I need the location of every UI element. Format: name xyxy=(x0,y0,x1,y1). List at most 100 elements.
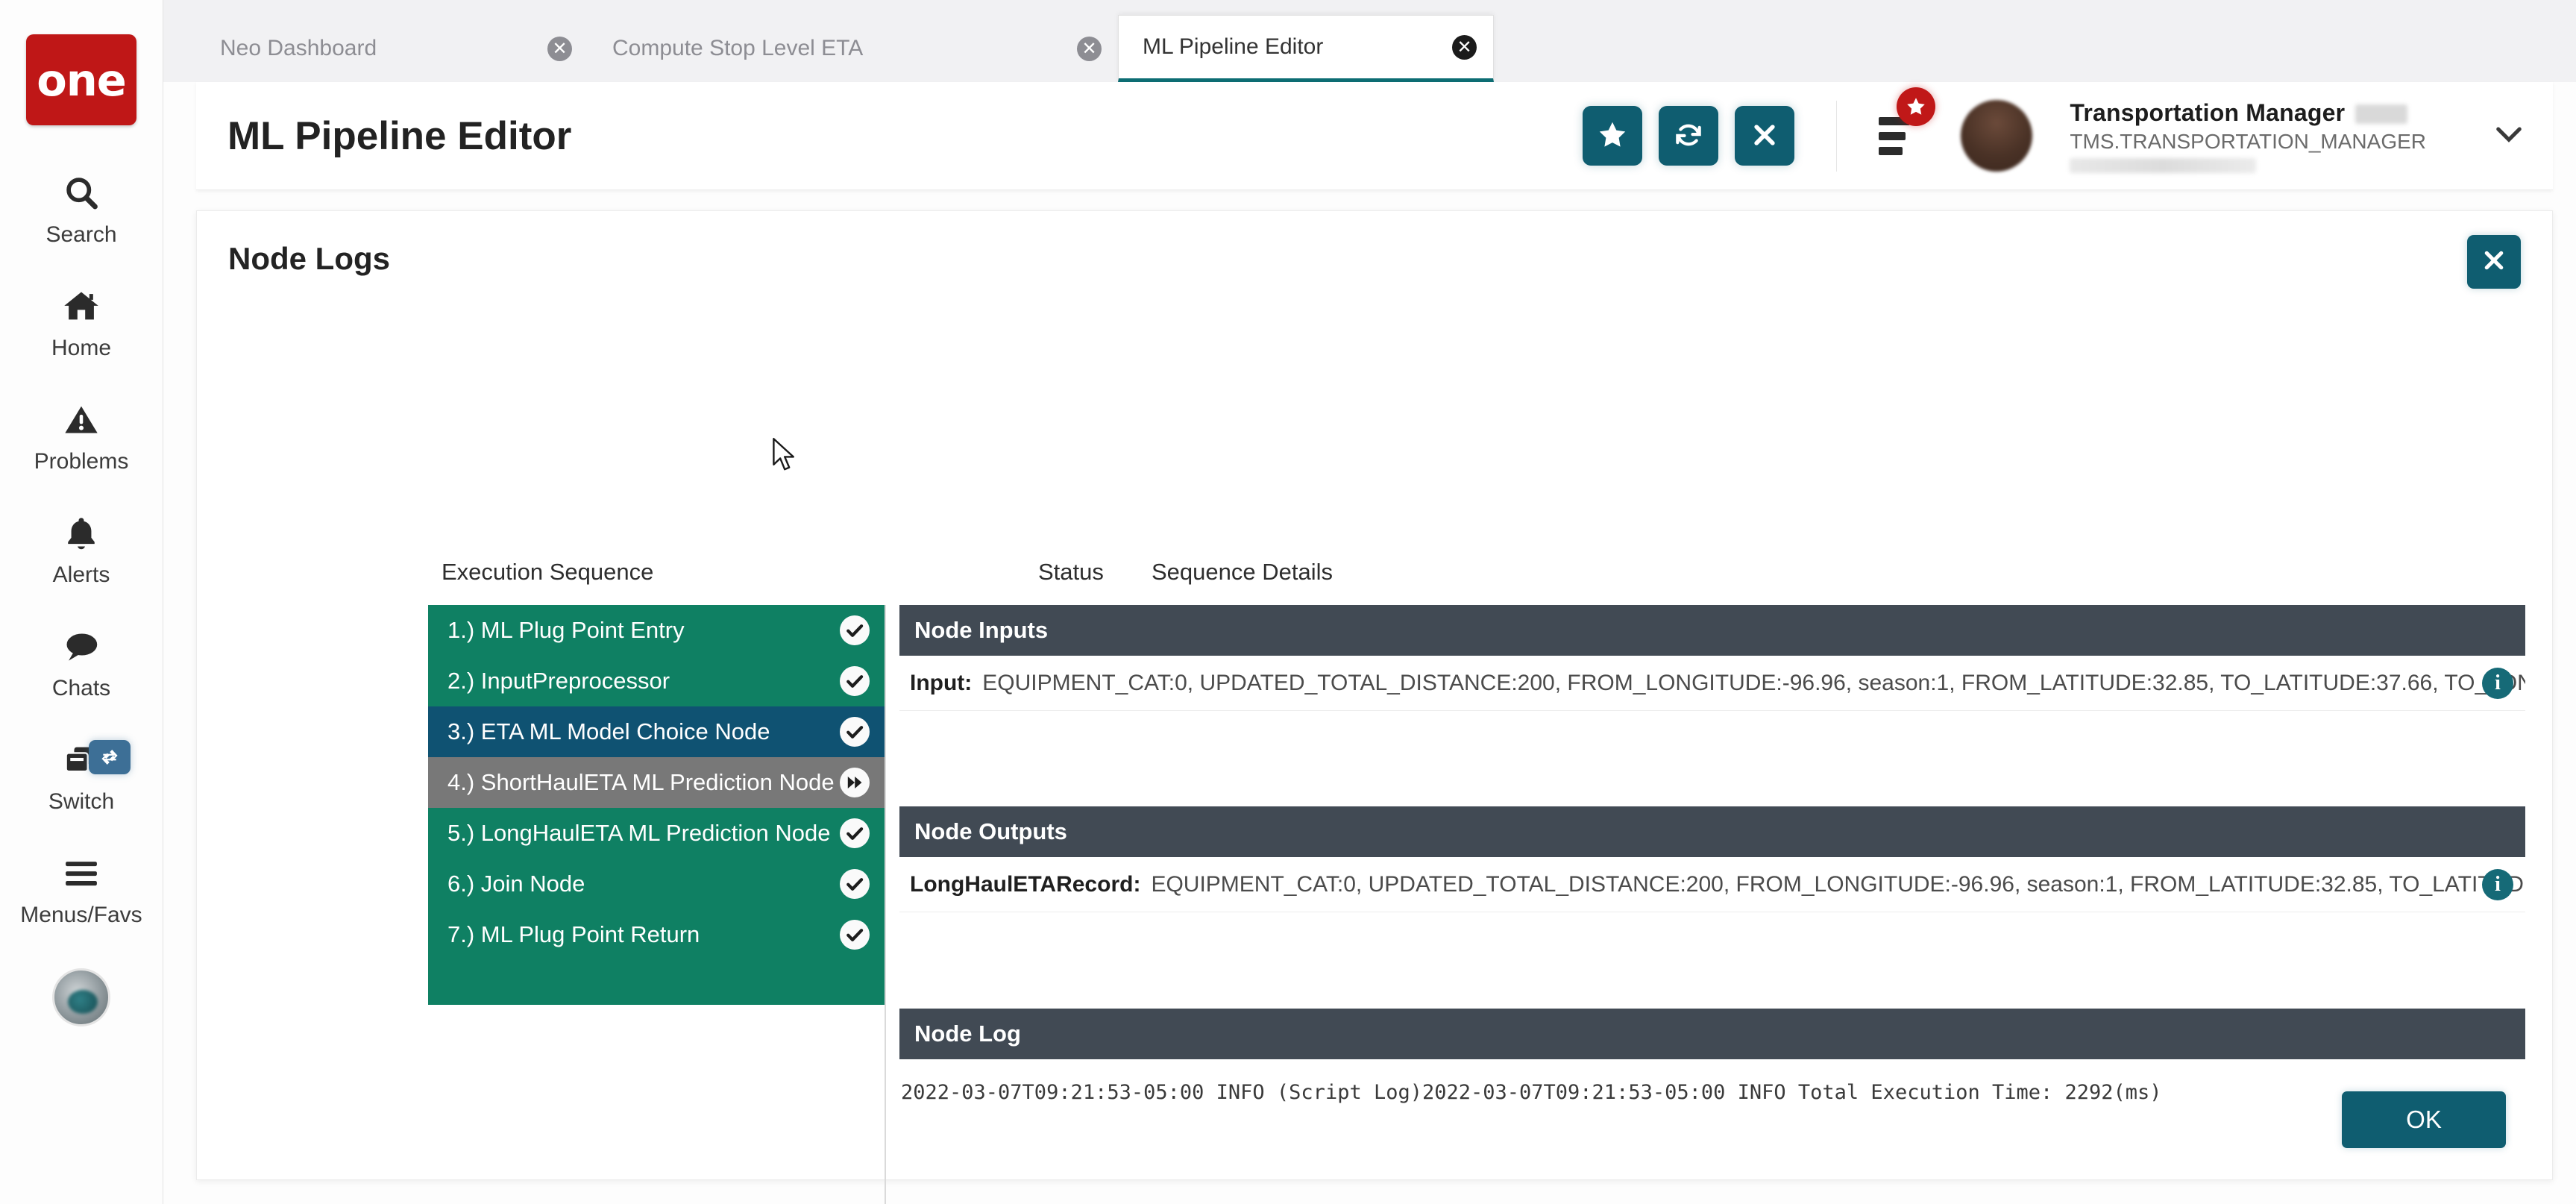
sidebar-item-menus-favs[interactable]: Menus/Favs xyxy=(0,849,163,928)
dialog-close-button[interactable] xyxy=(2467,235,2521,289)
tab-compute-stop-level-eta[interactable]: Compute Stop Level ETA ✕ xyxy=(588,15,1118,82)
column-header-execution-sequence: Execution Sequence xyxy=(442,559,654,585)
close-icon: ✕ xyxy=(1452,34,1477,60)
close-icon: ✕ xyxy=(547,36,572,61)
search-icon xyxy=(62,169,101,218)
chevron-down-icon[interactable] xyxy=(2495,120,2523,152)
sequence-row-4[interactable]: 4.) ShortHaulETA ML Prediction Node xyxy=(428,757,885,808)
sequence-label: 5.) LongHaulETA ML Prediction Node xyxy=(447,820,831,846)
sequence-label: 2.) InputPreprocessor xyxy=(447,668,670,694)
check-icon xyxy=(840,717,870,747)
sequence-list-tail xyxy=(428,960,885,1005)
sequence-row-7[interactable]: 7.) ML Plug Point Return xyxy=(428,909,885,960)
sequence-row-3[interactable]: 3.) ETA ML Model Choice Node xyxy=(428,706,885,757)
sidebar-item-search[interactable]: Search xyxy=(0,169,163,248)
check-icon xyxy=(840,818,870,848)
sidebar-item-home[interactable]: Home xyxy=(0,282,163,361)
tab-neo-dashboard[interactable]: Neo Dashboard ✕ xyxy=(196,15,588,82)
tab-label: ML Pipeline Editor xyxy=(1143,34,1324,59)
check-icon xyxy=(840,615,870,645)
home-icon xyxy=(60,282,102,331)
ok-button[interactable]: OK xyxy=(2342,1091,2506,1148)
sidebar-item-problems[interactable]: Problems xyxy=(0,395,163,474)
node-outputs-value: EQUIPMENT_CAT:0, UPDATED_TOTAL_DISTANCE:… xyxy=(1151,871,2525,897)
close-icon: ✕ xyxy=(1077,36,1102,61)
close-button[interactable] xyxy=(1735,106,1795,166)
page-title: ML Pipeline Editor xyxy=(227,113,572,158)
refresh-icon xyxy=(1672,119,1705,154)
hamburger-icon xyxy=(60,849,102,898)
sequence-row-6[interactable]: 6.) Join Node xyxy=(428,859,885,909)
column-header-status: Status xyxy=(1038,559,1104,585)
node-inputs-value: EQUIPMENT_CAT:0, UPDATED_TOTAL_DISTANCE:… xyxy=(982,670,2525,695)
tab-label: Compute Stop Level ETA xyxy=(612,36,864,60)
user-role: TMS.TRANSPORTATION_MANAGER xyxy=(2070,129,2426,153)
sequence-row-5[interactable]: 5.) LongHaulETA ML Prediction Node xyxy=(428,808,885,859)
user-name: Transportation Manager xyxy=(2070,98,2346,126)
header-menu-button[interactable] xyxy=(1879,87,1936,160)
bell-icon xyxy=(62,509,101,558)
column-header-sequence-details: Sequence Details xyxy=(1152,559,1333,585)
tab-close-button[interactable]: ✕ xyxy=(1043,36,1102,61)
chat-bubble-icon xyxy=(60,622,102,671)
tab-close-button[interactable]: ✕ xyxy=(513,36,572,61)
check-icon xyxy=(840,920,870,950)
hamburger-line xyxy=(1879,131,1906,140)
tab-close-button[interactable]: ✕ xyxy=(1418,34,1477,60)
sequence-label: 1.) ML Plug Point Entry xyxy=(447,617,685,643)
sidebar-label-home: Home xyxy=(51,336,112,360)
sequence-label: 6.) Join Node xyxy=(447,871,585,897)
sequence-row-2[interactable]: 2.) InputPreprocessor xyxy=(428,656,885,706)
info-icon[interactable]: i xyxy=(2482,868,2513,900)
sidebar-label-search: Search xyxy=(45,222,117,247)
node-outputs-row[interactable]: LongHaulETARecord: EQUIPMENT_CAT:0, UPDA… xyxy=(899,857,2525,912)
sidebar-label-problems: Problems xyxy=(34,449,129,474)
sequence-row-1[interactable]: 1.) ML Plug Point Entry xyxy=(428,605,885,656)
app-logo[interactable]: one xyxy=(26,34,136,125)
left-nav-rail: one Search Home Problems Alerts Chats Sw… xyxy=(0,0,163,1204)
node-log-line: 2022-03-07T09:21:53-05:00 INFO (Script L… xyxy=(901,1081,2162,1104)
node-outputs-header: Node Outputs xyxy=(899,806,2525,857)
star-icon xyxy=(1897,87,1936,126)
page-header: ML Pipeline Editor Transportation Manage… xyxy=(196,82,2553,190)
x-icon xyxy=(1750,120,1779,152)
app-root: one Search Home Problems Alerts Chats Sw… xyxy=(0,0,2576,1204)
sidebar-label-menus-favs: Menus/Favs xyxy=(20,903,142,927)
panel-divider xyxy=(885,605,886,1204)
favorite-button[interactable] xyxy=(1583,106,1643,166)
node-log-header: Node Log xyxy=(899,1009,2525,1059)
sidebar-avatar[interactable] xyxy=(0,968,163,1026)
sidebar-item-chats[interactable]: Chats xyxy=(0,622,163,701)
sidebar-label-chats: Chats xyxy=(51,676,111,700)
x-icon xyxy=(2481,247,2507,278)
node-logs-dialog: Node Logs Execution Sequence Status Sequ… xyxy=(196,210,2553,1204)
sidebar-label-switch: Switch xyxy=(48,789,115,814)
node-inputs-header: Node Inputs xyxy=(899,605,2525,656)
info-icon[interactable]: i xyxy=(2482,667,2513,699)
skip-forward-icon xyxy=(840,768,870,797)
sidebar-item-alerts[interactable]: Alerts xyxy=(0,509,163,588)
sidebar-label-alerts: Alerts xyxy=(52,562,110,587)
sequence-label: 4.) ShortHaulETA ML Prediction Node xyxy=(447,769,835,795)
star-icon xyxy=(1596,119,1629,154)
sidebar-item-switch[interactable]: Switch xyxy=(0,736,163,815)
tab-label: Neo Dashboard xyxy=(220,36,377,60)
sequence-label: 3.) ETA ML Model Choice Node xyxy=(447,718,770,744)
avatar[interactable] xyxy=(1961,100,2033,172)
user-name-row: Transportation Manager xyxy=(2070,99,2426,127)
refresh-button[interactable] xyxy=(1659,106,1719,166)
hamburger-line xyxy=(1879,146,1903,155)
node-inputs-row[interactable]: Input: EQUIPMENT_CAT:0, UPDATED_TOTAL_DI… xyxy=(899,656,2525,711)
user-info: Transportation Manager TMS.TRANSPORTATIO… xyxy=(2070,99,2426,173)
execution-sequence-list: 1.) ML Plug Point Entry 2.) InputPreproc… xyxy=(428,605,885,1005)
warning-triangle-icon xyxy=(61,395,101,445)
sequence-label: 7.) ML Plug Point Return xyxy=(447,921,700,947)
tab-ml-pipeline-editor[interactable]: ML Pipeline Editor ✕ xyxy=(1118,15,1494,82)
swap-arrows-icon[interactable] xyxy=(88,740,131,774)
dialog-title: Node Logs xyxy=(228,241,390,276)
redacted-name xyxy=(2355,104,2408,125)
header-actions: Transportation Manager TMS.TRANSPORTATIO… xyxy=(1583,87,2553,173)
check-icon xyxy=(840,869,870,899)
user-avatar xyxy=(52,968,110,1026)
check-icon xyxy=(840,666,870,696)
